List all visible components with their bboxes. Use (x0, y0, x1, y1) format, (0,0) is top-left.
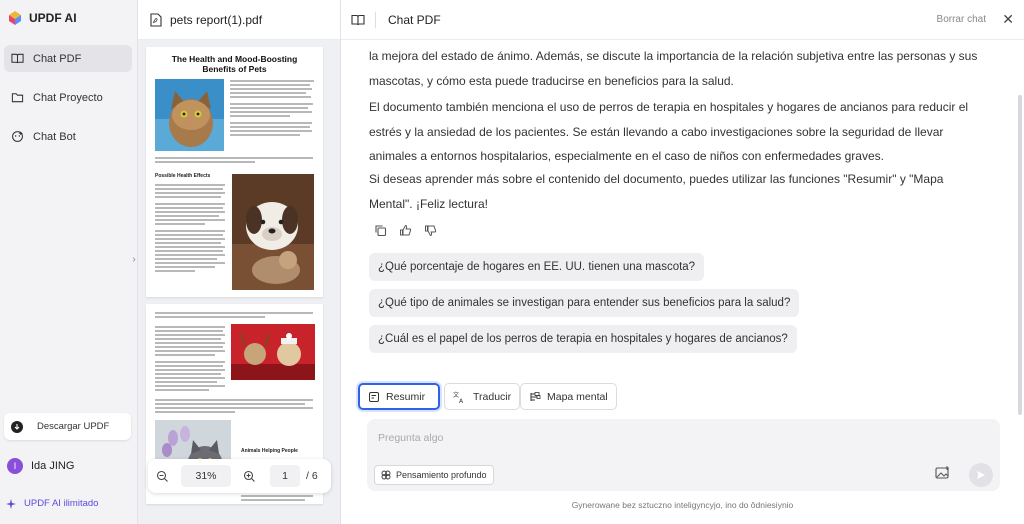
summarize-label: Resumir (386, 390, 426, 403)
bot-icon (12, 131, 24, 142)
download-updf-button[interactable]: Descargar UPDF (4, 413, 131, 440)
sparkle-icon (6, 498, 16, 509)
download-label: Descargar UPDF (37, 421, 110, 432)
upgrade-link[interactable]: UPDF AI ilimitado (6, 498, 98, 509)
sidebar-item-label: Chat PDF (33, 52, 82, 65)
deep-thinking-label: Pensamiento profundo (396, 470, 487, 480)
translate-label: Traducir (473, 390, 512, 403)
copy-icon[interactable] (374, 224, 387, 237)
page-number-input[interactable]: 1 (270, 465, 300, 487)
pdf-filename: pets report(1).pdf (170, 12, 263, 27)
suggested-question[interactable]: ¿Qué tipo de animales se investigan para… (369, 289, 800, 317)
send-button[interactable] (969, 463, 993, 487)
summarize-button[interactable]: Resumir (358, 383, 440, 410)
translate-icon: 文A (453, 391, 464, 403)
zoom-out-icon[interactable] (156, 470, 169, 483)
sidebar-item-label: Chat Bot (33, 130, 76, 143)
chat-input-area[interactable]: Pregunta algo Pensamiento profundo (367, 419, 1000, 491)
folder-icon (11, 93, 24, 103)
zoom-in-icon[interactable] (243, 470, 256, 483)
pdf-panel: pets report(1).pdf The Health and Mood-B… (138, 0, 341, 524)
upgrade-label: UPDF AI ilimitado (24, 498, 99, 509)
thumbs-up-icon[interactable] (399, 224, 412, 237)
pdf-page-title: The Health and Mood-Boosting Benefits of… (171, 54, 298, 74)
pdf-header: pets report(1).pdf (138, 0, 340, 40)
send-icon (977, 471, 985, 479)
header-divider (375, 11, 376, 28)
suggested-question[interactable]: ¿Qué porcentaje de hogares en EE. UU. ti… (369, 253, 705, 281)
message-actions (374, 224, 437, 237)
close-icon[interactable]: ✕ (1002, 11, 1014, 28)
chat-input-placeholder[interactable]: Pregunta algo (378, 432, 443, 444)
suggested-question[interactable]: ¿Cuál es el papel de los perros de terap… (369, 325, 797, 353)
sidebar-item-label: Chat Proyecto (33, 91, 103, 104)
answer-paragraph: la mejora del estado de ánimo. Además, s… (369, 49, 978, 88)
chat-panel: Chat PDF Borrar chat ✕ la mejora del est… (341, 0, 1024, 524)
mind-map-label: Mapa mental (547, 390, 608, 403)
page-total: / 6 (306, 470, 318, 482)
svg-text:A: A (459, 398, 464, 403)
user-profile[interactable]: I Ida JING (7, 458, 74, 474)
dog-cat-photo (232, 174, 314, 290)
summarize-icon (369, 391, 379, 402)
avatar: I (7, 458, 23, 474)
pdf-viewer[interactable]: The Health and Mood-Boosting Benefits of… (138, 40, 340, 524)
book-icon[interactable] (351, 13, 365, 27)
app-name: UPDF AI (29, 11, 77, 25)
chat-scrollbar[interactable] (1018, 95, 1022, 415)
chat-title: Chat PDF (388, 12, 441, 27)
mind-map-button[interactable]: Mapa mental (520, 383, 617, 410)
pdf-file-icon (150, 12, 162, 27)
mindmap-icon (530, 391, 541, 401)
cat-photo (155, 79, 224, 151)
pdf-section-heading: Animals Helping People (241, 448, 298, 454)
app-logo: UPDF AI (7, 10, 77, 26)
updf-logo-icon (9, 11, 21, 25)
ai-disclaimer: Gynerowane bez sztuczno inteligyncyjo, i… (571, 500, 794, 510)
answer-paragraph: El documento también menciona el uso de … (369, 100, 969, 163)
pdf-page-1: The Health and Mood-Boosting Benefits of… (146, 47, 323, 297)
zoom-toolbar: 31% 1 / 6 (148, 459, 331, 493)
user-name: Ida JING (31, 460, 75, 472)
sidebar-item-chat-proyecto[interactable]: Chat Proyecto (4, 84, 132, 111)
brain-icon (381, 470, 391, 480)
deep-thinking-toggle[interactable]: Pensamiento profundo (374, 465, 494, 485)
pets-costume-photo (231, 324, 315, 380)
answer-paragraph: Si deseas aprender más sobre el contenid… (369, 172, 944, 211)
pdf-section-heading: Possible Health Effects (155, 173, 211, 179)
clear-chat-button[interactable]: Borrar chat (937, 14, 986, 25)
zoom-level[interactable]: 31% (181, 465, 231, 487)
sidebar-item-chat-pdf[interactable]: Chat PDF (4, 45, 132, 72)
sidebar: UPDF AI Chat PDF Chat Proyecto Chat Bot … (0, 0, 138, 524)
image-upload-icon[interactable] (935, 466, 950, 480)
sidebar-item-chat-bot[interactable]: Chat Bot (4, 123, 132, 150)
translate-button[interactable]: 文A Traducir (444, 383, 521, 410)
chat-header: Chat PDF Borrar chat ✕ (341, 0, 1024, 40)
book-icon (11, 53, 24, 64)
download-icon (11, 420, 23, 433)
thumbs-down-icon[interactable] (424, 224, 437, 237)
